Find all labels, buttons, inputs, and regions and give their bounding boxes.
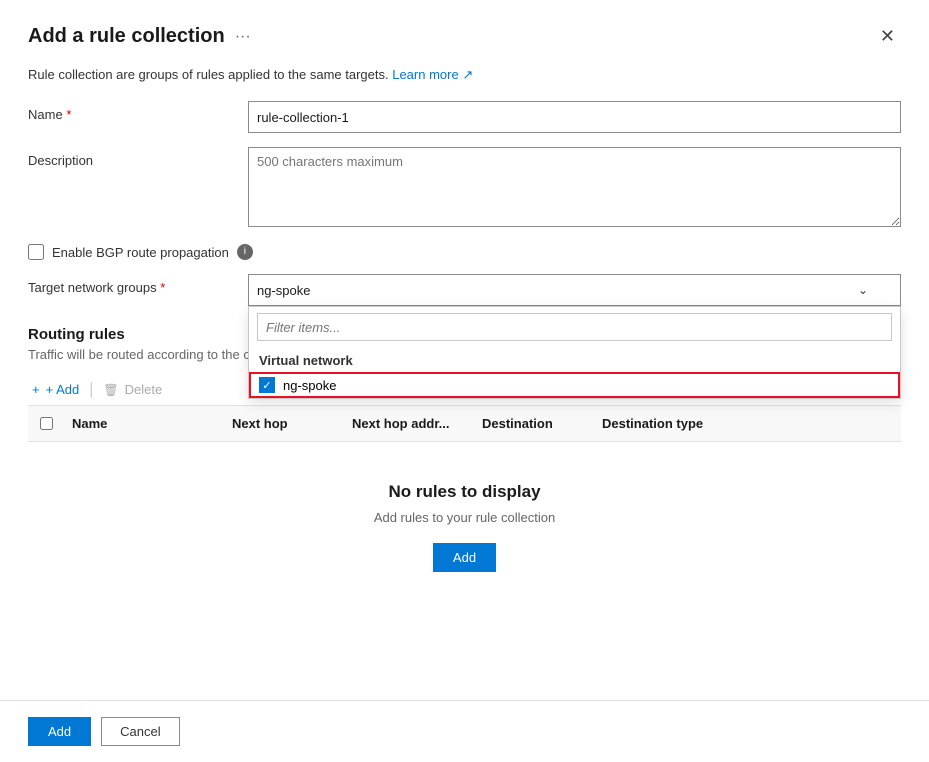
chevron-down-icon: ⌄ bbox=[858, 283, 868, 297]
add-rule-collection-dialog: Add a rule collection ··· ✕ Rule collect… bbox=[0, 0, 929, 762]
info-bar: Rule collection are groups of rules appl… bbox=[28, 67, 901, 83]
name-label: Name * bbox=[28, 101, 248, 122]
bgp-label: Enable BGP route propagation bbox=[52, 245, 229, 260]
bgp-info-icon[interactable]: i bbox=[237, 244, 253, 260]
dialog-title-row: Add a rule collection ··· bbox=[28, 25, 251, 48]
table-col-destination-type: Destination type bbox=[594, 412, 744, 435]
target-network-label: Target network groups * bbox=[28, 274, 248, 295]
dropdown-item-checkbox: ✓ bbox=[259, 377, 275, 393]
description-field-control bbox=[248, 147, 901, 230]
dialog-header: Add a rule collection ··· ✕ bbox=[28, 24, 901, 49]
dialog-footer: Add Cancel bbox=[0, 700, 929, 762]
name-input[interactable] bbox=[248, 101, 901, 133]
dropdown-item-label: ng-spoke bbox=[283, 378, 336, 393]
table-col-next-hop: Next hop bbox=[224, 412, 344, 435]
table-select-all-checkbox[interactable] bbox=[40, 417, 53, 430]
learn-more-link[interactable]: Learn more ↗ bbox=[392, 67, 473, 82]
target-network-dropdown[interactable]: ng-spoke ⌄ bbox=[248, 274, 901, 306]
table-header-checkbox[interactable] bbox=[28, 412, 64, 435]
description-field-row: Description bbox=[28, 147, 901, 230]
table-col-destination: Destination bbox=[474, 412, 594, 435]
name-field-control bbox=[248, 101, 901, 133]
dropdown-filter-input[interactable] bbox=[257, 313, 892, 341]
dropdown-panel: Virtual network ✓ ng-spoke bbox=[248, 306, 901, 399]
name-required: * bbox=[66, 107, 71, 122]
description-label: Description bbox=[28, 147, 248, 168]
bgp-checkbox-row: Enable BGP route propagation i bbox=[28, 244, 901, 260]
dialog-title: Add a rule collection bbox=[28, 25, 225, 48]
toolbar-separator: | bbox=[87, 381, 95, 399]
plus-icon: + bbox=[32, 382, 40, 397]
target-network-row: Target network groups * ng-spoke ⌄ Virtu… bbox=[28, 274, 901, 306]
table-col-next-hop-addr: Next hop addr... bbox=[344, 412, 474, 435]
description-textarea[interactable] bbox=[248, 147, 901, 227]
dialog-more-icon[interactable]: ··· bbox=[235, 28, 251, 46]
empty-state-add-button[interactable]: Add bbox=[433, 543, 496, 572]
add-rule-button[interactable]: + + Add bbox=[28, 380, 83, 399]
name-field-row: Name * bbox=[28, 101, 901, 133]
empty-state-desc: Add rules to your rule collection bbox=[28, 510, 901, 525]
empty-state-title: No rules to display bbox=[28, 482, 901, 502]
table-col-name: Name bbox=[64, 412, 224, 435]
dropdown-section-label: Virtual network bbox=[249, 347, 900, 372]
empty-state: No rules to display Add rules to your ru… bbox=[28, 442, 901, 602]
bgp-checkbox[interactable] bbox=[28, 244, 44, 260]
close-button[interactable]: ✕ bbox=[874, 24, 901, 49]
table-header-row: Name Next hop Next hop addr... Destinati… bbox=[28, 406, 901, 442]
footer-cancel-button[interactable]: Cancel bbox=[101, 717, 179, 746]
dropdown-item-ng-spoke[interactable]: ✓ ng-spoke bbox=[249, 372, 900, 398]
target-network-dropdown-wrapper: ng-spoke ⌄ Virtual network ✓ ng-spoke bbox=[248, 274, 901, 306]
trash-icon: 🗑 bbox=[103, 383, 118, 397]
target-network-value: ng-spoke bbox=[257, 283, 310, 298]
external-link-icon: ↗ bbox=[462, 67, 473, 82]
delete-rule-button[interactable]: 🗑 Delete bbox=[99, 380, 166, 399]
target-network-required: * bbox=[160, 280, 165, 295]
dropdown-filter-area bbox=[249, 307, 900, 347]
rules-table: Name Next hop Next hop addr... Destinati… bbox=[28, 405, 901, 602]
footer-add-button[interactable]: Add bbox=[28, 717, 91, 746]
checkmark-icon: ✓ bbox=[262, 379, 271, 392]
